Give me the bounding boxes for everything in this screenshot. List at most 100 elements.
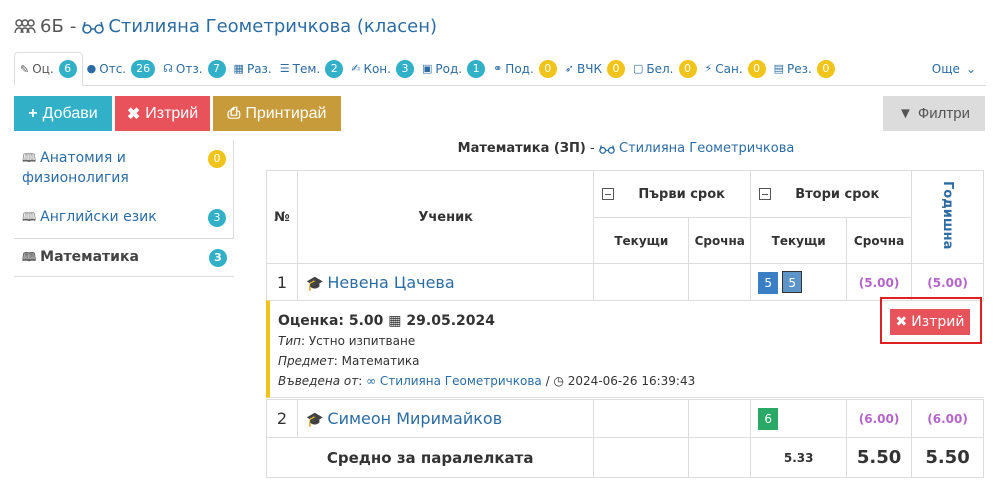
avg-term1-final [688, 437, 752, 478]
term1-current-header: Текущи [593, 217, 690, 264]
book-icon: 🕮 [22, 151, 37, 165]
tab-vchk[interactable]: ➶ ВЧК 0 [561, 52, 629, 85]
term2-final-header: Срочна [846, 217, 913, 264]
class-name: 6Б [40, 15, 64, 37]
book-icon: 🕮 [22, 250, 37, 264]
term2-header: Втори срок [750, 170, 913, 218]
term1-current-cell[interactable] [593, 399, 690, 438]
table-row: 2 🎓 Симеон Миримайков 6 (6.00) (6.00) [266, 399, 984, 438]
tab-absences[interactable]: ● Отс. 26 [83, 52, 159, 85]
entered-by-link[interactable]: Стилияна Геометричкова [380, 374, 542, 388]
tab-parents[interactable]: ▣ Род. 1 [418, 52, 489, 85]
grade-badge[interactable]: 6 [758, 407, 779, 430]
page-title: 6Б - Стилияна Геометричкова (класен) [14, 12, 437, 40]
table-row: 1 🎓 Невена Цачева 55 (5.00) (5.00) [266, 263, 984, 302]
grade-badge[interactable]: 5 [758, 272, 779, 294]
book-icon: 🕮 [22, 210, 37, 224]
subject-item-english[interactable]: 🕮 Английски език 3 [14, 199, 234, 239]
row-number: 2 [266, 399, 298, 438]
avg-term2-final: 5.50 [846, 437, 913, 478]
term1-final-cell[interactable] [688, 263, 752, 302]
caption-separator: - [590, 141, 595, 156]
tab-tests[interactable]: ✍ Кон. 3 [347, 52, 418, 85]
detail-type: Тип: Устно изпитване [278, 334, 416, 348]
yearly-cell[interactable]: (5.00) [911, 263, 984, 302]
handshake-icon: ⚭ [493, 62, 503, 75]
tab-grades[interactable]: ✎ Оц. 6 [14, 52, 83, 86]
section-tabs: ✎ Оц. 6 ● Отс. 26 ☊ Отз. 7 ▦ Раз. ☰ Тем. 2 ✍ Кон. 3… [14, 52, 986, 86]
tab-results[interactable]: ▤ Рез. 0 [770, 52, 839, 85]
collapse-term2-icon[interactable] [759, 188, 772, 200]
caption-teacher-link[interactable]: Стилияна Геометричкова [619, 141, 794, 156]
graduation-cap-icon: 🎓 [305, 276, 324, 292]
average-row: Средно за паралелката 5.33 5.50 5.50 [265, 437, 984, 478]
grade-detail-panel: Оценка: 5.00 ▦ 29.05.2024 Тип: Устно изп… [266, 300, 984, 398]
note-icon: ▢ [632, 62, 644, 75]
grid-icon: ▦ [233, 62, 244, 75]
clock-icon: ◷ [553, 374, 564, 388]
print-button[interactable]: ⎙ Принтирай [213, 96, 341, 131]
calendar-icon: ▦ [388, 313, 402, 329]
print-icon: ⎙ [227, 104, 241, 122]
title-separator: - [69, 15, 77, 37]
row-number: 1 [266, 263, 298, 302]
glasses-icon [599, 141, 619, 156]
student-link[interactable]: 🎓 Симеон Миримайков [296, 399, 595, 438]
info-icon: ● [86, 62, 97, 75]
calendar-icon: ▣ [421, 62, 433, 75]
avg-term1-current [593, 437, 690, 478]
col-student-header: Ученик [296, 170, 595, 264]
term1-final-header: Срочна [688, 217, 752, 264]
term2-final-cell[interactable]: (5.00) [846, 263, 913, 302]
delete-grade-button[interactable]: ✖ Изтрий [890, 309, 970, 335]
avg-yearly: 5.50 [911, 437, 984, 478]
tab-topics[interactable]: ☰ Тем. 2 [276, 52, 347, 85]
term2-current-cell: 55 [750, 263, 848, 302]
tab-more-dropdown[interactable]: Още ⌄ [922, 52, 986, 85]
graduation-cap-icon: 🎓 [305, 412, 324, 428]
collapse-term1-icon[interactable] [602, 188, 615, 200]
grid-caption: Математика (ЗП) - Стилияна Геометричкова [266, 140, 986, 158]
average-label: Средно за паралелката [265, 437, 595, 478]
term1-final-cell[interactable] [688, 399, 752, 438]
student-link[interactable]: 🎓 Невена Цачева [296, 263, 595, 302]
tab-feedback[interactable]: ☊ Отз. 7 [159, 52, 229, 85]
chevron-down-icon: ⌄ [965, 61, 976, 76]
feedback-icon: ☊ [163, 62, 173, 75]
col-number-header: № [266, 170, 298, 264]
delete-button[interactable]: ✖ Изтрий [115, 96, 210, 131]
term1-header: Първи срок [593, 170, 752, 218]
term1-current-cell[interactable] [593, 263, 690, 302]
tab-notes[interactable]: ▢ Бел. 0 [629, 52, 701, 85]
term2-current-cell: 6 [750, 399, 848, 438]
caption-subject: Математика (ЗП) [457, 141, 586, 156]
close-icon: ✖ [895, 314, 908, 330]
filter-button[interactable]: ▼ Филтри [883, 96, 985, 131]
close-icon: ✖ [126, 105, 141, 123]
subject-list: 🕮 Анатомия и физионолигия 0 🕮 Английски ези… [14, 140, 234, 277]
tab-sanctions[interactable]: ⚡ Сан. 0 [701, 52, 770, 85]
avg-term2-current: 5.33 [750, 437, 848, 478]
subject-item-anatomy[interactable]: 🕮 Анатомия и физионолигия 0 [14, 140, 234, 199]
detail-entered-by: Въведена от: ∞ Стилияна Геометричкова / … [278, 374, 696, 388]
rocket-icon: ➶ [564, 62, 574, 75]
class-icon [14, 16, 36, 37]
glasses-icon: ∞ [366, 374, 377, 388]
results-icon: ▤ [773, 62, 785, 75]
list-icon: ☰ [279, 62, 290, 75]
tab-support[interactable]: ⚭ Под. 0 [489, 52, 561, 85]
term2-current-header: Текущи [750, 217, 848, 264]
yearly-cell[interactable]: (6.00) [911, 399, 984, 438]
term2-final-cell[interactable]: (6.00) [846, 399, 913, 438]
grade-badge-selected[interactable]: 5 [782, 271, 803, 293]
bolt-icon: ⚡ [704, 62, 713, 75]
subject-item-math[interactable]: 🕮 Математика 3 [14, 239, 234, 277]
tab-schedule[interactable]: ▦ Раз. [230, 52, 276, 85]
plus-icon: + [28, 104, 38, 122]
yearly-header: Годишна [911, 170, 984, 264]
pencil-icon: ✎ [20, 62, 30, 76]
add-button[interactable]: + Добави [14, 96, 112, 131]
class-teacher-link[interactable]: Стилияна Геометричкова (класен) [108, 16, 437, 37]
detail-title: Оценка: 5.00 ▦ 29.05.2024 [278, 313, 495, 329]
edit-icon: ✍ [351, 62, 361, 75]
